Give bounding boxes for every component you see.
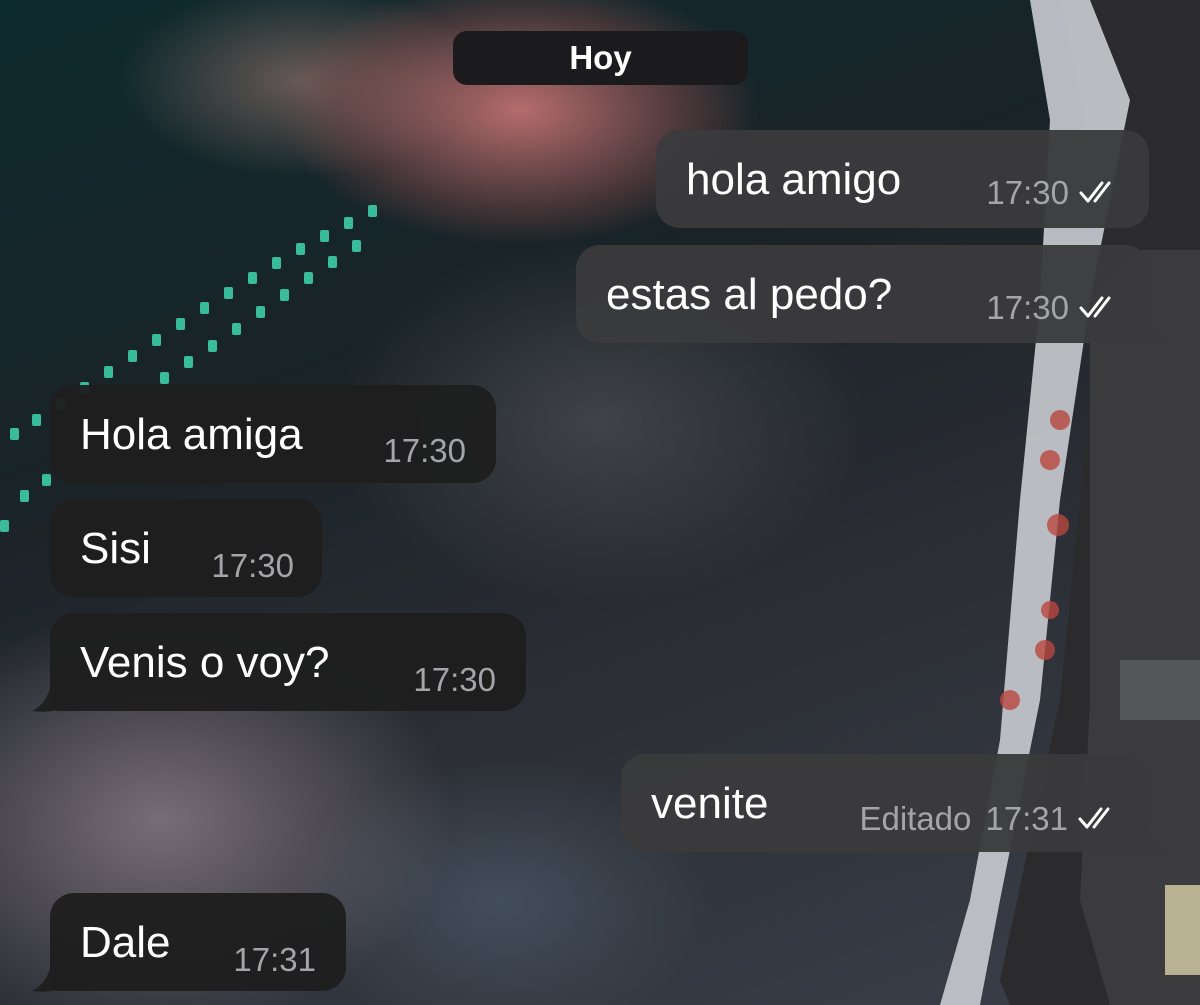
message-text: Dale xyxy=(80,918,171,967)
bubble-tail-incoming xyxy=(32,683,60,712)
message-text: venite xyxy=(651,779,769,828)
message-time: 17:30 xyxy=(413,661,496,698)
message-text: estas al pedo? xyxy=(606,270,893,319)
message-time: 17:31 xyxy=(985,800,1068,837)
message-bubble-incoming[interactable]: Sisi 17:30 xyxy=(50,499,322,597)
message-time: 17:30 xyxy=(986,289,1069,326)
message-time: 17:30 xyxy=(211,547,294,584)
edited-label: Editado xyxy=(859,800,972,837)
bubble-tail-incoming xyxy=(32,963,60,992)
message-meta: 17:30 xyxy=(383,434,466,467)
message-text: hola amigo xyxy=(686,155,902,204)
message-bubble-outgoing[interactable]: hola amigo 17:30 xyxy=(656,130,1149,228)
message-meta: 17:30 xyxy=(211,549,294,582)
bubble-tail-outgoing xyxy=(1140,315,1168,344)
message-bubble-incoming[interactable]: Dale 17:31 xyxy=(50,893,346,991)
message-bubble-incoming[interactable]: Venis o voy? 17:30 xyxy=(50,613,526,711)
message-meta: 17:30 xyxy=(986,176,1123,209)
message-text: Hola amiga xyxy=(80,410,303,459)
message-time: 17:30 xyxy=(986,174,1069,211)
message-meta: Editado 17:31 xyxy=(859,802,1122,835)
message-meta: 17:30 xyxy=(413,663,496,696)
message-time: 17:31 xyxy=(233,941,316,978)
message-meta: 17:30 xyxy=(986,291,1123,324)
bubble-tail-outgoing xyxy=(1139,824,1167,853)
message-time: 17:30 xyxy=(383,432,466,469)
message-text: Venis o voy? xyxy=(80,638,330,687)
double-check-icon xyxy=(1078,802,1122,835)
message-bubble-incoming[interactable]: Hola amiga 17:30 xyxy=(50,385,496,483)
message-meta: 17:31 xyxy=(233,943,316,976)
date-separator: Hoy xyxy=(453,31,748,85)
message-text: Sisi xyxy=(80,524,151,573)
message-bubble-outgoing[interactable]: estas al pedo? 17:30 xyxy=(576,245,1149,343)
double-check-icon xyxy=(1079,176,1123,209)
message-bubble-outgoing[interactable]: venite Editado 17:31 xyxy=(621,754,1148,852)
double-check-icon xyxy=(1079,291,1123,324)
date-separator-label: Hoy xyxy=(569,39,632,76)
